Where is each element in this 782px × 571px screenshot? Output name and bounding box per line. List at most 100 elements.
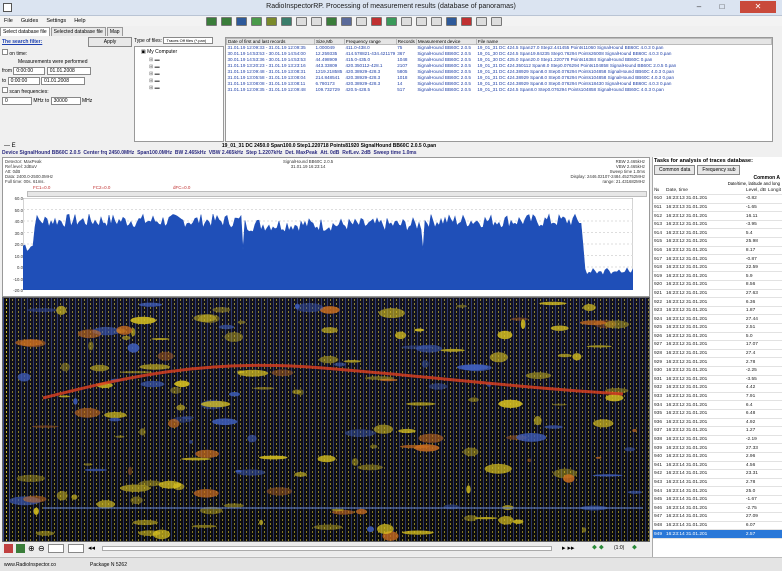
tool-icon[interactable]	[236, 17, 247, 26]
tool-icon[interactable]	[416, 17, 427, 26]
spectrum-panel[interactable]: Detector: MaxPeak Ref.level: 2dBuV Att: …	[2, 157, 650, 297]
col-header[interactable]: Records	[395, 38, 417, 45]
tool-icon[interactable]	[296, 17, 307, 26]
apply-button[interactable]: Apply	[88, 37, 132, 47]
list-item[interactable]: 921 16:23:12 31.01.201 27.63	[653, 289, 782, 299]
list-item[interactable]: 944 16:23:14 31.01.201 25.0	[653, 486, 782, 496]
list-item[interactable]: 945 16:23:14 31.01.201 -1.67	[653, 495, 782, 505]
time-from-input[interactable]: 0:00:00	[13, 67, 46, 75]
ok-icon[interactable]: ⬥	[632, 544, 637, 552]
zoom-in-icon[interactable]: ⊕	[28, 544, 35, 553]
tool-icon[interactable]	[206, 17, 217, 26]
list-item[interactable]: 928 16:23:12 31.01.201 27.4	[653, 349, 782, 359]
list-item[interactable]: 916 16:23:12 31.01.201 8.17	[653, 246, 782, 256]
tool-icon[interactable]	[356, 17, 367, 26]
side-col[interactable]: Longit	[766, 186, 782, 196]
view-select[interactable]	[48, 544, 64, 553]
list-item[interactable]: 942 16:23:14 31.01.201 23.31	[653, 469, 782, 479]
list-item[interactable]: 922 16:23:12 31.01.201 6.36	[653, 297, 782, 307]
list-item[interactable]: 936 16:23:12 31.01.201 4.92	[653, 418, 782, 428]
list-item[interactable]: 912 16:23:12 31.01.201 16.11	[653, 211, 782, 221]
on-time-checkbox[interactable]	[2, 49, 8, 55]
list-item[interactable]: 935 16:23:12 31.01.201 6.48	[653, 409, 782, 419]
chart-icon[interactable]	[16, 544, 25, 553]
spectrum-toolbar[interactable]	[27, 191, 647, 197]
play-icon[interactable]: ▸ ▸▸	[562, 544, 575, 552]
list-item[interactable]: 932 16:23:12 31.01.201 4.42	[653, 383, 782, 393]
list-item[interactable]: 919 16:23:12 31.01.201 5.9	[653, 271, 782, 282]
side-col[interactable]: Level, dB	[744, 186, 767, 196]
list-item[interactable]: 918 16:23:12 31.01.201 22.59	[653, 263, 782, 273]
step-icon[interactable]: ⬥ ⬥	[592, 544, 604, 552]
tool-icon[interactable]	[281, 17, 292, 26]
list-item[interactable]: 914 16:23:12 31.01.201 5.4	[653, 228, 782, 239]
list-item[interactable]: 947 16:23:14 31.01.201 27.09	[653, 512, 782, 522]
menu-file[interactable]: File	[0, 16, 17, 26]
tab-frequency-sub[interactable]: Frequency sub	[697, 165, 741, 175]
tab-common-data[interactable]: Common data	[654, 165, 696, 175]
list-item[interactable]: 949 16:23:14 31.01.201 2.57	[653, 529, 782, 539]
menu-help[interactable]: Help	[70, 16, 89, 26]
tool-icon[interactable]	[461, 17, 472, 26]
close-button[interactable]: ✕	[740, 1, 776, 13]
menu-settings[interactable]: Settings	[42, 16, 70, 26]
list-item[interactable]: 911 16:23:13 31.01.201 -1.65	[653, 203, 782, 213]
waterfall-display[interactable]	[2, 297, 650, 542]
tool-icon[interactable]	[311, 17, 322, 26]
list-item[interactable]: 933 16:23:12 31.01.201 7.91	[653, 392, 782, 402]
side-col[interactable]: №	[653, 186, 665, 196]
list-item[interactable]: 920 16:23:12 31.01.201 8.56	[653, 280, 782, 290]
scan-frequencies-checkbox[interactable]	[2, 87, 8, 93]
list-item[interactable]: 927 16:23:12 31.01.201 17.07	[653, 340, 782, 350]
list-item[interactable]: 948 16:23:14 31.01.201 6.07	[653, 521, 782, 531]
tool-icon[interactable]	[446, 17, 457, 26]
list-item[interactable]: 930 16:23:12 31.01.201 -2.25	[653, 366, 782, 376]
tool-icon[interactable]	[401, 17, 412, 26]
list-item[interactable]: 925 16:23:12 31.01.201 2.51	[653, 323, 782, 333]
list-item[interactable]: 940 16:23:12 31.01.201 2.96	[653, 452, 782, 462]
tool-icon[interactable]	[221, 17, 232, 26]
list-item[interactable]: 934 16:23:12 31.01.201 6.4	[653, 400, 782, 410]
freq-max-input[interactable]: 30000	[50, 97, 81, 105]
list-item[interactable]: 938 16:23:12 31.01.201 -2.19	[653, 435, 782, 445]
freq-min-input[interactable]: 0	[2, 97, 32, 105]
tool-icon[interactable]	[266, 17, 277, 26]
date-from-input[interactable]: 01.01.2008	[46, 67, 91, 75]
side-col[interactable]: Date, time	[665, 186, 745, 196]
palette-select[interactable]	[68, 544, 84, 553]
tool-icon[interactable]	[386, 17, 397, 26]
tool-icon[interactable]	[326, 17, 337, 26]
list-item[interactable]: 913 16:23:12 31.01.201 -3.95	[653, 220, 782, 230]
time-scrollbar[interactable]	[102, 546, 552, 551]
tool-icon[interactable]	[251, 17, 262, 26]
list-item[interactable]: 924 16:23:12 31.01.201 27.44	[653, 314, 782, 324]
export-icon[interactable]	[4, 544, 13, 553]
list-item[interactable]: 923 16:23:12 31.01.201 1.87	[653, 306, 782, 316]
maximize-button[interactable]: □	[711, 1, 733, 13]
rewind-icon[interactable]: ◂◂	[88, 544, 95, 552]
tab-map[interactable]: Map	[106, 27, 123, 36]
list-item[interactable]: 926 16:23:12 31.01.201 5.0	[653, 332, 782, 342]
tab-select-database[interactable]: Select database file	[0, 27, 50, 36]
file-tree[interactable]: ▣ My Computer ⊞ ▬ ⊞ ▬ ⊞ ▬ ⊞ ▬ ⊞ ▬	[134, 46, 224, 142]
list-item[interactable]: 917 16:23:12 31.01.201 -0.87	[653, 254, 782, 264]
list-item[interactable]: 943 16:23:14 31.01.201 2.78	[653, 478, 782, 488]
file-type-select[interactable]: Traces Off files (*.pan)	[163, 37, 214, 44]
list-item[interactable]: 941 16:23:14 31.01.201 4.56	[653, 461, 782, 471]
list-item[interactable]: 946 16:23:14 31.01.201 -2.75	[653, 503, 782, 514]
tool-icon[interactable]	[431, 17, 442, 26]
list-item[interactable]: 915 16:23:12 31.01.201 25.98	[653, 237, 782, 247]
tool-icon[interactable]	[341, 17, 352, 26]
menu-guides[interactable]: Guides	[17, 16, 42, 26]
list-item[interactable]: 937 16:23:12 31.01.201 1.27	[653, 426, 782, 436]
minimize-button[interactable]: –	[688, 1, 710, 13]
date-to-input[interactable]: 01.01.2008	[40, 77, 85, 85]
list-item[interactable]: 939 16:23:12 31.01.201 27.33	[653, 443, 782, 453]
list-item[interactable]: 910 16:23:13 31.01.201 -0.82	[653, 194, 782, 204]
list-item[interactable]: 931 16:23:12 31.01.201 -3.55	[653, 375, 782, 385]
tab-selected-database[interactable]: Selected database file	[50, 27, 106, 36]
time-to-input[interactable]: 0:00:00	[7, 77, 40, 85]
tool-icon[interactable]	[371, 17, 382, 26]
zoom-out-icon[interactable]: ⊖	[38, 544, 45, 553]
tree-folders[interactable]: ⊞ ▬ ⊞ ▬ ⊞ ▬ ⊞ ▬ ⊞ ▬	[135, 57, 223, 92]
